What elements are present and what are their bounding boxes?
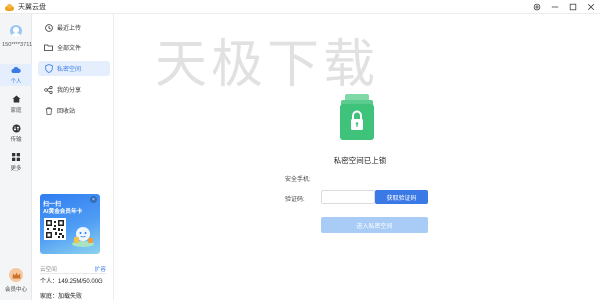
shield-icon <box>44 64 53 73</box>
expand-storage-link[interactable]: 扩容 <box>95 265 106 273</box>
folder-icon <box>44 43 53 52</box>
title-bar: 天翼云盘 <box>0 0 600 14</box>
promo-subtitle: AI黄金会员年卡 <box>43 209 83 215</box>
close-icon[interactable]: × <box>90 196 97 203</box>
vip-center[interactable]: 会员中心 <box>0 268 32 300</box>
left-rail: 150****3711 个人 家庭 传输 更多 会员中心 <box>0 14 32 300</box>
crown-icon <box>9 268 23 282</box>
get-code-button[interactable]: 获取验证码 <box>375 190 428 204</box>
rail-item-label: 更多 <box>10 165 22 172</box>
grid-icon <box>11 153 21 162</box>
sidebar-item-label: 回收站 <box>57 109 76 115</box>
watermark: 天极下载 <box>155 35 380 95</box>
sidebar-item-recent[interactable]: 最近上传 <box>38 20 110 35</box>
storage-divider <box>40 273 106 274</box>
main-content: 天极下载 私密空间已上锁 安全手机: 验证码: 获取验证码 进入私密空间 <box>115 14 600 300</box>
sidebar-item-label: 私密空间 <box>57 67 82 73</box>
app-title: 天翼云盘 <box>18 3 46 11</box>
rail-item-personal[interactable]: 个人 <box>0 64 32 86</box>
promo-banner[interactable]: 扫一扫 AI黄金会员年卡 × <box>40 194 100 254</box>
trash-icon <box>44 106 53 115</box>
storage-family: 家庭：加载失败 <box>40 294 83 300</box>
code-label: 验证码: <box>285 197 305 203</box>
window-controls <box>528 0 600 14</box>
minimize-icon[interactable] <box>546 0 564 14</box>
lock-title: 私密空间已上锁 <box>333 156 387 165</box>
sidebar: 最近上传 全部文件 私密空间 我的分享 回收站 扫一扫 AI黄金会员年卡 × 云… <box>33 14 114 300</box>
close-icon[interactable] <box>582 0 600 14</box>
settings-icon[interactable] <box>528 0 546 14</box>
app-logo-icon <box>4 3 15 11</box>
clock-icon <box>44 23 53 32</box>
rail-item-family[interactable]: 家庭 <box>0 93 32 115</box>
sidebar-item-private-space[interactable]: 私密空间 <box>38 61 110 76</box>
maximize-icon[interactable] <box>564 0 582 14</box>
verification-code-input[interactable] <box>321 190 375 204</box>
home-icon <box>11 95 21 104</box>
rail-item-label: 个人 <box>10 78 22 85</box>
share-icon <box>44 85 53 94</box>
sidebar-item-recycle-bin[interactable]: 回收站 <box>38 103 110 118</box>
storage-personal: 个人：149.25M/50.00G <box>40 279 103 285</box>
cloud-icon <box>11 66 21 75</box>
rail-item-label: 家庭 <box>10 107 22 114</box>
sidebar-item-label: 全部文件 <box>57 46 82 52</box>
sidebar-item-my-shares[interactable]: 我的分享 <box>38 82 110 97</box>
vip-label: 会员中心 <box>4 287 27 293</box>
storage-title: 云空间 <box>40 267 57 273</box>
sidebar-item-all-files[interactable]: 全部文件 <box>38 40 110 55</box>
sidebar-item-label: 最近上传 <box>57 26 82 32</box>
transfer-icon <box>11 124 21 133</box>
storage-header: 云空间 扩容 <box>40 265 106 273</box>
promo-illustration-icon <box>70 222 96 248</box>
rail-item-more[interactable]: 更多 <box>0 151 32 173</box>
user-id: 150****3711 <box>2 42 33 48</box>
locked-folder-icon <box>337 92 377 144</box>
sidebar-item-label: 我的分享 <box>57 88 82 94</box>
rail-item-transfer[interactable]: 传输 <box>0 122 32 144</box>
qr-code-icon <box>44 218 66 240</box>
phone-label: 安全手机: <box>285 177 311 183</box>
enter-private-space-button[interactable]: 进入私密空间 <box>321 217 428 233</box>
avatar[interactable] <box>10 25 22 37</box>
rail-item-label: 传输 <box>10 136 22 143</box>
